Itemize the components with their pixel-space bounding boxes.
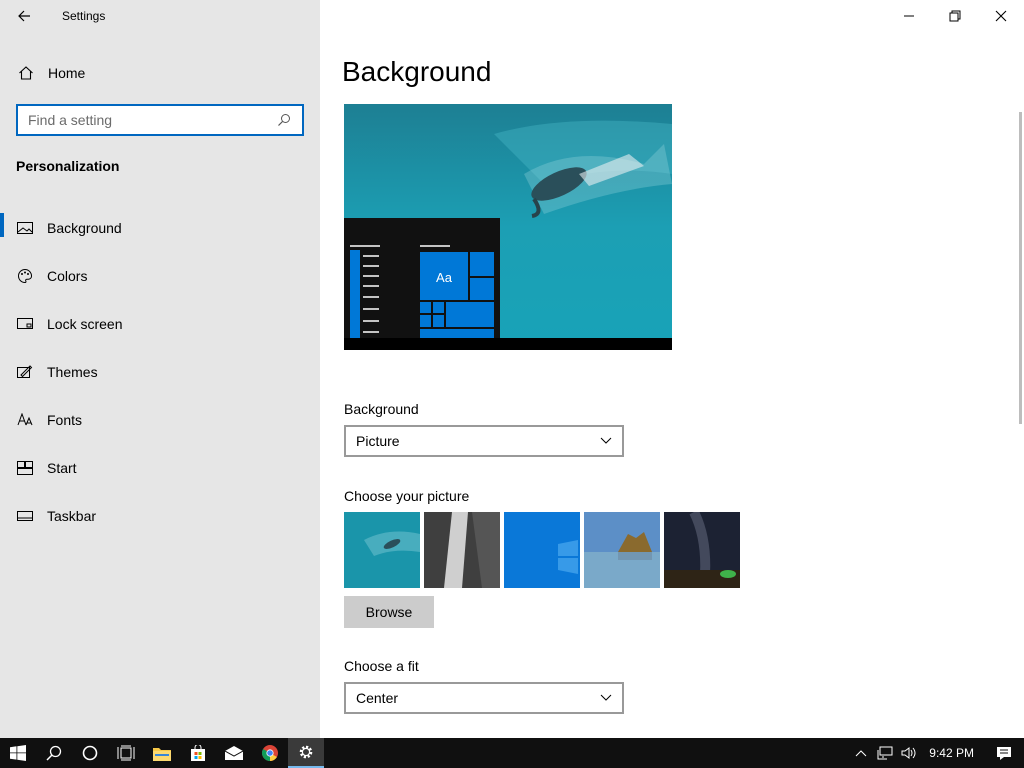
home-icon — [17, 64, 35, 82]
search-input[interactable] — [28, 112, 276, 128]
chrome-icon — [262, 745, 278, 761]
picture-thumbnail-rock[interactable] — [424, 512, 500, 588]
chevron-down-icon — [600, 694, 612, 701]
store-bag-icon — [191, 745, 205, 761]
network-button[interactable] — [873, 738, 897, 768]
sidebar-item-lock-screen[interactable]: Lock screen — [0, 300, 320, 348]
sidebar-item-taskbar[interactable]: Taskbar — [0, 492, 320, 540]
background-preview: Aa — [344, 104, 672, 350]
background-dropdown-value: Picture — [356, 433, 400, 449]
app-title: Settings — [62, 9, 106, 23]
sidebar-item-fonts[interactable]: Fonts — [0, 396, 320, 444]
system-tray: 9:42 PM — [849, 738, 1024, 768]
search-box[interactable] — [16, 104, 304, 136]
mail-button[interactable] — [216, 738, 252, 768]
windows-logo-icon — [10, 745, 26, 761]
task-view-icon — [117, 745, 135, 761]
browse-button[interactable]: Browse — [344, 596, 434, 628]
restore-button[interactable] — [932, 0, 978, 32]
sidebar-item-label: Fonts — [47, 412, 83, 428]
sidebar-item-label: Start — [47, 460, 77, 476]
preview-sample-text: Aa — [436, 270, 453, 285]
home-label: Home — [48, 65, 86, 81]
back-arrow-icon — [18, 10, 30, 22]
picture-icon — [16, 219, 34, 237]
search-icon — [46, 745, 62, 761]
themes-icon — [16, 363, 34, 381]
chrome-button[interactable] — [252, 738, 288, 768]
folder-icon — [153, 747, 171, 761]
close-icon — [995, 10, 1007, 22]
chevron-down-icon — [600, 437, 612, 444]
search-taskbar-button[interactable] — [36, 738, 72, 768]
action-center-button[interactable] — [984, 738, 1024, 768]
section-title: Personalization — [16, 158, 120, 174]
fonts-icon — [16, 411, 34, 429]
background-label: Background — [344, 401, 419, 417]
lock-screen-icon — [16, 315, 34, 333]
fit-dropdown-value: Center — [356, 690, 399, 706]
notification-icon — [997, 746, 1011, 760]
fit-dropdown[interactable]: Center — [344, 682, 624, 714]
file-explorer-button[interactable] — [144, 738, 180, 768]
store-button[interactable] — [180, 738, 216, 768]
minimize-button[interactable] — [886, 0, 932, 32]
background-dropdown[interactable]: Picture — [344, 425, 624, 457]
start-button[interactable] — [0, 738, 36, 768]
palette-icon — [16, 267, 34, 285]
back-button[interactable] — [10, 4, 38, 28]
sidebar-item-start[interactable]: Start — [0, 444, 320, 492]
sidebar-nav: Background Colors Lock screen Themes Fon… — [0, 204, 320, 540]
page-title: Background — [342, 56, 492, 87]
network-icon — [877, 746, 893, 760]
picture-thumbnail-windows[interactable] — [504, 512, 580, 588]
sidebar-item-colors[interactable]: Colors — [0, 252, 320, 300]
picture-thumbnail-beach[interactable] — [584, 512, 660, 588]
sidebar-item-label: Background — [47, 220, 122, 236]
fit-label: Choose a fit — [344, 658, 419, 674]
sidebar-item-label: Lock screen — [47, 316, 123, 332]
picture-thumbnails — [344, 512, 740, 588]
cortana-circle-icon — [82, 745, 98, 761]
taskbar-icon — [16, 507, 34, 525]
minimize-icon — [904, 15, 914, 17]
home-nav-item[interactable]: Home — [0, 58, 320, 88]
volume-icon — [901, 747, 916, 759]
volume-button[interactable] — [897, 738, 921, 768]
show-hidden-icons-button[interactable] — [849, 738, 873, 768]
close-button[interactable] — [978, 0, 1024, 32]
sidebar: Settings Home Personalization Background… — [0, 0, 320, 738]
choose-picture-label: Choose your picture — [344, 488, 470, 504]
sidebar-item-themes[interactable]: Themes — [0, 348, 320, 396]
picture-thumbnail-night-sky[interactable] — [664, 512, 740, 588]
clock[interactable]: 9:42 PM — [921, 746, 984, 760]
start-icon — [16, 459, 34, 477]
chevron-up-icon — [855, 750, 867, 757]
cortana-button[interactable] — [72, 738, 108, 768]
search-icon[interactable] — [276, 112, 292, 128]
taskbar: 9:42 PM — [0, 738, 1024, 768]
task-view-button[interactable] — [108, 738, 144, 768]
sidebar-item-label: Themes — [47, 364, 98, 380]
settings-taskbar-button[interactable] — [288, 738, 324, 768]
restore-icon — [949, 10, 961, 22]
picture-thumbnail-underwater[interactable] — [344, 512, 420, 588]
sidebar-item-label: Colors — [47, 268, 88, 284]
sidebar-item-background[interactable]: Background — [0, 204, 320, 252]
sidebar-item-label: Taskbar — [47, 508, 97, 524]
gear-icon — [299, 745, 313, 759]
mail-icon — [225, 746, 243, 760]
scrollbar[interactable] — [1019, 112, 1022, 424]
